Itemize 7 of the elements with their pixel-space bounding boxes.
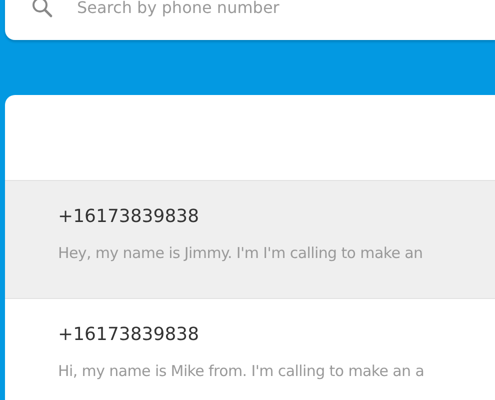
message-preview: Hi, my name is Mike from. I'm calling to make an a — [58, 361, 424, 381]
message-preview: Hey, my name is Jimmy. I'm I'm calling to make an — [58, 243, 423, 263]
conversation-item[interactable]: +16173839838 Hey, my name is Jimmy. I'm I'm calling to make an — [5, 181, 495, 299]
search-icon — [31, 0, 53, 18]
phone-number: +16173839838 — [58, 206, 200, 228]
phone-number: +16173839838 — [58, 324, 200, 346]
search-field[interactable]: Search by phone number — [77, 0, 457, 16]
